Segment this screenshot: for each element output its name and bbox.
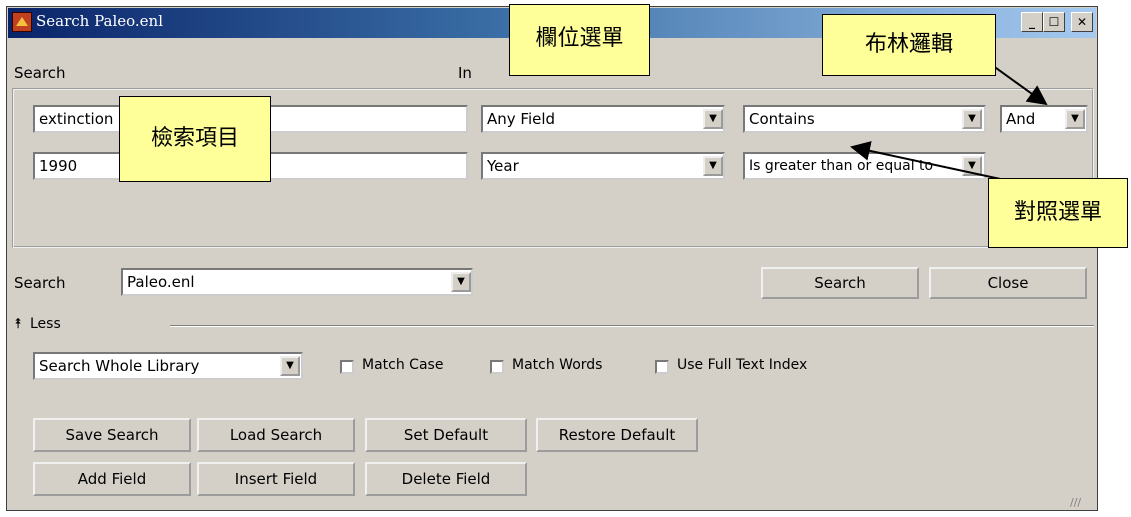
arrow-to-comparison [850,141,1006,181]
annotation-arrows [850,59,1048,181]
callout-field-menu: 欄位選單 [509,4,650,76]
callout-search-term: 檢索項目 [119,96,271,182]
callout-comparison-menu: 對照選單 [988,178,1128,248]
callout-boolean-logic: 布林邏輯 [822,14,996,76]
